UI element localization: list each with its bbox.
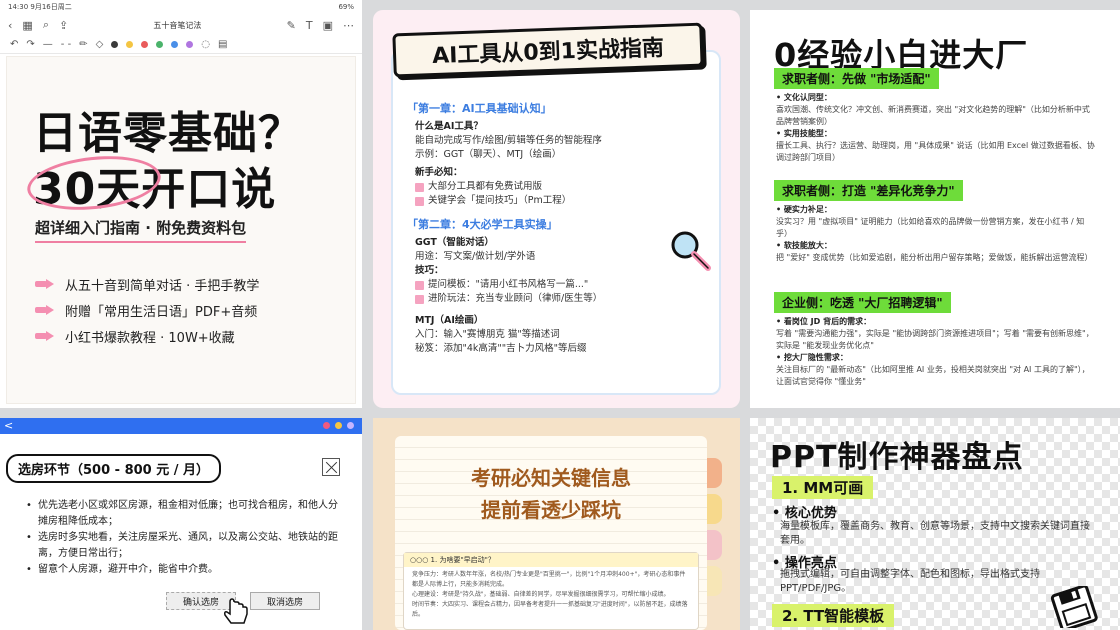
dialog-title: 选房环节（500 - 800 元 / 月） (6, 454, 222, 483)
status-bar: 14:30 9月16日周二 69% (0, 0, 362, 14)
list-item: 小红书爆款教程 · 10W+收藏 (35, 323, 259, 349)
list-item: 留意个人房源，避开中介，能省中介费。 (26, 562, 340, 578)
pencil-icon[interactable]: ✏ (79, 39, 87, 50)
note-top-bar: ‹ ▦ ⌕ ⇪ 五十音笔记法 ✎ T ▣ ⋯ (0, 14, 362, 36)
note-canvas[interactable]: 日语零基础？ 30天开口说 超详细入门指南 · 附免费资料包 从五十音到简单对话… (6, 56, 356, 404)
eraser-icon[interactable]: ◇ (96, 39, 104, 50)
list-item: 附赠「常用生活日语」PDF+音频 (35, 297, 259, 323)
note-title: 五十音笔记法 (153, 20, 202, 30)
image-icon[interactable]: ▣ (323, 19, 333, 32)
notebook-paper: 考研必知关键信息 提前看透少踩坑 ○○○ 1. 为啥要"早启动"？ 竞争压力：考… (395, 436, 707, 630)
text-icon[interactable]: T (306, 19, 313, 32)
drawing-toolbar: ↶ ↷ — - - ✏ ◇ ◌ ▤ (0, 36, 362, 54)
arrow-right-icon (35, 279, 55, 289)
ppt-tools-card: PPT制作神器盘点 1. MM可画 • 核心优势 海量模板库，覆盖商务、教育、创… (750, 418, 1120, 630)
color-purple-swatch[interactable] (186, 41, 194, 48)
page-title: 日语零基础？ (33, 108, 303, 159)
section-heading: 企业侧：吃透 "大厂招聘逻辑" (774, 292, 951, 313)
window-dot-yellow[interactable] (335, 422, 342, 429)
line-icon[interactable]: — (43, 39, 53, 50)
checkbox-icon (415, 294, 424, 304)
arrow-right-icon (35, 331, 55, 341)
chapter-2-heading: 「第二章：4大必学工具实操」 (407, 218, 558, 231)
color-black-swatch[interactable] (111, 41, 119, 48)
color-yellow-swatch[interactable] (126, 41, 134, 48)
redo-icon[interactable]: ↷ (26, 39, 34, 50)
checkbox-icon (415, 280, 424, 290)
ai-guide-card: AI工具从0到1实战指南 「第一章：AI工具基础认知」 什么是AI工具？ 能自动… (373, 10, 740, 408)
section-heading: 2. TT智能模板 (772, 604, 895, 627)
magnifier-icon (671, 231, 711, 271)
grid-icon[interactable]: ▦ (22, 19, 32, 32)
back-icon[interactable]: ‹ (8, 19, 12, 32)
dash-icon[interactable]: - - (61, 39, 71, 50)
exam-title: 考研必知关键信息 (471, 466, 631, 490)
ppt-title: PPT制作神器盘点 (770, 440, 1024, 475)
title-rest: 开口说 (141, 164, 277, 215)
search-icon[interactable]: ⌕ (43, 18, 49, 32)
page-title-line2: 30天开口说 (33, 153, 276, 217)
window-title-bar: < (0, 418, 362, 434)
arrow-right-icon (35, 305, 55, 315)
job-guide-card: 0经验小白进大厂 求职者侧：先做 "市场适配" • 文化认同型： 喜欢国潮、传统… (750, 10, 1120, 408)
cancel-button[interactable]: 取消选房 (250, 592, 320, 610)
checkbox-icon (415, 196, 424, 206)
exam-subtitle: 提前看透少踩坑 (481, 498, 621, 522)
window-dot-red[interactable] (323, 422, 330, 429)
window-dot-purple[interactable] (347, 422, 354, 429)
chapter-1-heading: 「第一章：AI工具基础认知」 (407, 102, 552, 115)
info-box: ○○○ 1. 为啥要"早启动"？ 竞争压力：考研人数年年涨，名校/热门专业更是"… (403, 552, 699, 630)
subtitle: 超详细入门指南 · 附免费资料包 (35, 219, 247, 243)
color-red-swatch[interactable] (141, 41, 149, 48)
feature-list: 从五十音到简单对话 · 手把手教学 附赠「常用生活日语」PDF+音频 小红书爆款… (35, 271, 259, 349)
color-blue-swatch[interactable] (171, 41, 179, 48)
back-icon[interactable]: < (4, 419, 13, 432)
hand-cursor-icon (224, 598, 248, 624)
exam-notebook-card: 考研必知关键信息 提前看透少踩坑 ○○○ 1. 为啥要"早启动"？ 竞争压力：考… (373, 418, 740, 630)
battery-level: 69% (338, 3, 354, 11)
color-green-swatch[interactable] (156, 41, 164, 48)
section-heading: 1. MM可画 (772, 476, 874, 499)
tips-list: 优先选老小区或郊区房源，租金相对低廉；也可找合租房，和他人分摊房租降低成本； 选… (26, 498, 340, 578)
note-app-card: 14:30 9月16日周二 69% ‹ ▦ ⌕ ⇪ 五十音笔记法 ✎ T ▣ ⋯… (0, 0, 362, 408)
checkbox-icon (415, 182, 424, 192)
status-time: 14:30 9月16日周二 (8, 3, 72, 11)
close-icon[interactable] (322, 458, 340, 476)
share-icon[interactable]: ⇪ (59, 19, 68, 32)
lasso-icon[interactable]: ◌ (201, 39, 210, 50)
ai-guide-content: 「第一章：AI工具基础认知」 什么是AI工具？ 能自动完成写作/绘图/剪辑等任务… (407, 100, 705, 356)
pen-icon[interactable]: ✎ (287, 19, 296, 32)
list-item: 选房时多实地看，关注房屋采光、通风，以及离公交站、地铁站的距离，方便日常出行； (26, 530, 340, 562)
list-item: 优先选老小区或郊区房源，租金相对低廉；也可找合租房，和他人分摊房租降低成本； (26, 498, 340, 530)
undo-icon[interactable]: ↶ (10, 39, 18, 50)
more-icon[interactable]: ⋯ (343, 19, 354, 32)
section-heading: 求职者侧：先做 "市场适配" (774, 68, 939, 89)
info-box-heading: ○○○ 1. 为啥要"早启动"？ (404, 553, 698, 567)
photo-icon[interactable]: ▤ (218, 39, 227, 50)
floppy-disk-icon (1050, 586, 1098, 628)
list-item: 从五十音到简单对话 · 手把手教学 (35, 271, 259, 297)
rent-dialog-card: < 选房环节（500 - 800 元 / 月） 优先选老小区或郊区房源，租金相对… (0, 418, 362, 630)
circled-30-days: 30天 (33, 153, 141, 217)
section-heading: 求职者侧：打造 "差异化竞争力" (774, 180, 963, 201)
